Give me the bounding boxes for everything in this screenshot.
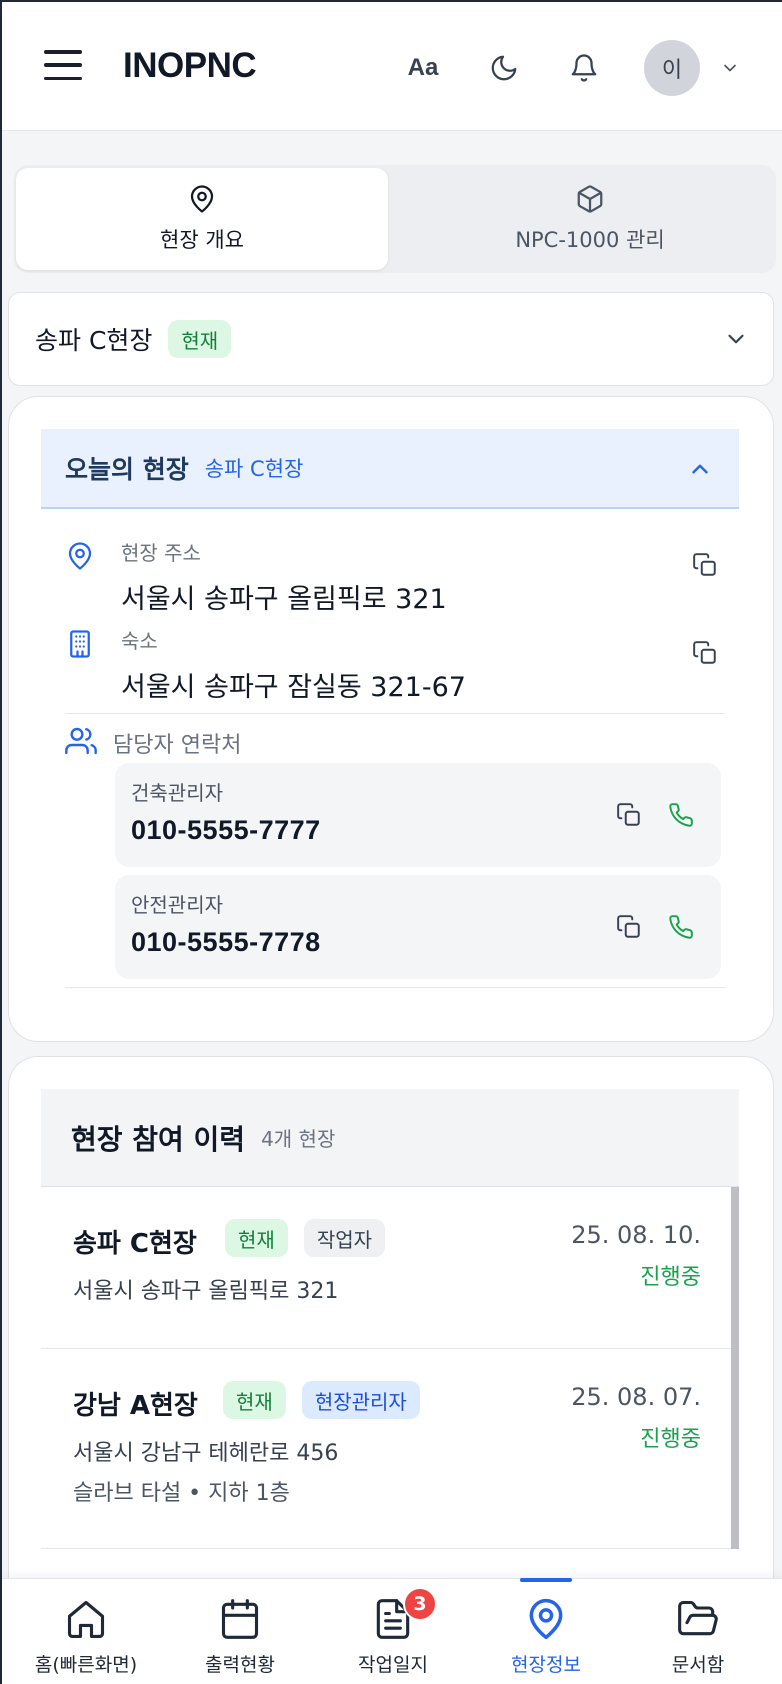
notification-count-badge: 3 — [403, 1587, 437, 1621]
site-history-count: 4개 현장 — [261, 1127, 336, 1151]
nav-documents[interactable]: 문서함 — [622, 1579, 774, 1684]
chevron-down-icon — [728, 334, 744, 344]
selected-site-name: 송파 C현장 — [35, 326, 153, 355]
bell-icon — [571, 54, 597, 82]
chevron-down-icon — [724, 64, 736, 72]
today-site-title: 오늘의 현장 — [65, 455, 189, 484]
moon-icon — [491, 55, 517, 81]
copy-icon — [693, 553, 716, 576]
role-badge: 현장관리자 — [301, 1381, 420, 1419]
nav-home[interactable]: 홈(빠른화면) — [10, 1579, 162, 1684]
history-site-name: 송파 C현장 — [73, 1229, 197, 1259]
current-badge: 현재 — [168, 320, 232, 358]
map-pin-icon — [529, 1599, 563, 1640]
current-badge: 현재 — [225, 1219, 288, 1257]
lodging-value: 서울시 송파구 잠실동 321-67 — [121, 672, 466, 703]
contact-role: 안전관리자 — [131, 893, 223, 917]
list-item[interactable]: 송파 C현장 현재 작업자 서울시 송파구 올림픽로 321 25. 08. 1… — [41, 1187, 731, 1349]
view-tabs: 현장 개요 NPC-1000 관리 — [14, 165, 776, 273]
building-icon — [70, 630, 90, 658]
tab-label: 현장 개요 — [160, 228, 244, 252]
copy-icon — [617, 803, 640, 826]
font-size-button[interactable]: Aa — [401, 46, 445, 90]
tab-label: NPC-1000 관리 — [515, 228, 665, 252]
today-site-header[interactable]: 오늘의 현장 송파 C현장 — [41, 429, 739, 509]
chevron-up-icon — [692, 464, 708, 474]
contact-card: 건축관리자 010-5555-7777 — [115, 763, 721, 867]
today-site-card: 오늘의 현장 송파 C현장 현장 주소 서울시 송파구 올림픽로 321 숙소 … — [8, 396, 774, 1042]
site-address-row: 현장 주소 서울시 송파구 올림픽로 321 — [65, 537, 725, 617]
contact-phone: 010-5555-7778 — [131, 927, 321, 957]
history-date: 25. 08. 07. — [571, 1383, 701, 1411]
history-date: 25. 08. 10. — [571, 1221, 701, 1249]
history-status: 진행중 — [640, 1265, 701, 1290]
tab-site-overview[interactable]: 현장 개요 — [16, 168, 388, 270]
nav-label: 작업일지 — [358, 1654, 428, 1676]
contacts-label: 담당자 연락처 — [113, 733, 242, 758]
tab-npc-1000[interactable]: NPC-1000 관리 — [404, 168, 776, 270]
copy-icon — [617, 915, 640, 938]
bottom-navigation: 홈(빠른화면) 출력현황 3 작업일지 현장정보 문서함 — [2, 1578, 782, 1684]
history-status: 진행중 — [640, 1427, 701, 1452]
nav-label: 현장정보 — [511, 1654, 581, 1676]
history-site-address: 서울시 강남구 테헤란로 456 — [73, 1441, 339, 1466]
nav-label: 홈(빠른화면) — [34, 1654, 138, 1676]
map-pin-icon — [68, 542, 92, 570]
copy-lodging-button[interactable] — [685, 633, 725, 673]
calendar-icon — [221, 1599, 259, 1639]
package-box-icon — [577, 185, 603, 213]
contact-card: 안전관리자 010-5555-7778 — [115, 875, 721, 979]
section-divider — [65, 987, 725, 988]
history-work-detail: 슬라브 타설 • 지하 1층 — [73, 1481, 290, 1506]
history-site-address: 서울시 송파구 올림픽로 321 — [73, 1279, 339, 1304]
copy-phone-button[interactable] — [609, 795, 649, 835]
site-history-header: 현장 참여 이력 4개 현장 — [41, 1089, 739, 1187]
phone-icon — [669, 803, 693, 827]
history-site-name: 강남 A현장 — [73, 1391, 198, 1421]
contact-role: 건축관리자 — [131, 781, 223, 805]
brand-logo: INOPNC — [123, 46, 257, 85]
dark-mode-button[interactable] — [482, 46, 526, 90]
copy-address-button[interactable] — [685, 545, 725, 585]
top-header: INOPNC Aa 이 — [2, 2, 782, 131]
menu-button[interactable] — [44, 50, 82, 80]
phone-icon — [669, 915, 693, 939]
site-selector[interactable]: 송파 C현장 현재 — [8, 292, 774, 386]
user-avatar[interactable]: 이 — [644, 40, 700, 96]
map-pin-icon — [190, 185, 214, 213]
account-menu-toggle[interactable] — [716, 52, 744, 84]
nav-work-log[interactable]: 3 작업일지 — [317, 1579, 469, 1684]
copy-icon — [693, 641, 716, 664]
section-divider — [65, 713, 725, 714]
home-icon — [67, 1600, 105, 1638]
call-button[interactable] — [661, 795, 701, 835]
notifications-button[interactable] — [562, 46, 606, 90]
call-button[interactable] — [661, 907, 701, 947]
nav-attendance[interactable]: 출력현황 — [164, 1579, 316, 1684]
users-icon — [65, 727, 97, 755]
current-badge: 현재 — [223, 1381, 286, 1419]
active-indicator — [520, 1578, 572, 1582]
site-history-list: 송파 C현장 현재 작업자 서울시 송파구 올림픽로 321 25. 08. 1… — [41, 1187, 739, 1549]
site-address-value: 서울시 송파구 올림픽로 321 — [121, 584, 447, 615]
scrollbar[interactable] — [731, 1187, 739, 1549]
lodging-label: 숙소 — [121, 629, 158, 653]
nav-label: 문서함 — [671, 1654, 725, 1676]
contact-phone: 010-5555-7777 — [131, 815, 321, 845]
lodging-row: 숙소 서울시 송파구 잠실동 321-67 — [65, 625, 725, 705]
site-history-title: 현장 참여 이력 — [71, 1122, 246, 1156]
folder-open-icon — [678, 1600, 718, 1636]
nav-label: 출력현황 — [205, 1654, 275, 1676]
today-site-name: 송파 C현장 — [204, 457, 304, 481]
copy-phone-button[interactable] — [609, 907, 649, 947]
list-item[interactable]: 강남 A현장 현재 현장관리자 서울시 강남구 테헤란로 456 슬라브 타설 … — [41, 1349, 731, 1549]
site-address-label: 현장 주소 — [121, 541, 201, 565]
nav-site-info[interactable]: 현장정보 — [470, 1578, 622, 1684]
role-badge: 작업자 — [303, 1219, 386, 1257]
